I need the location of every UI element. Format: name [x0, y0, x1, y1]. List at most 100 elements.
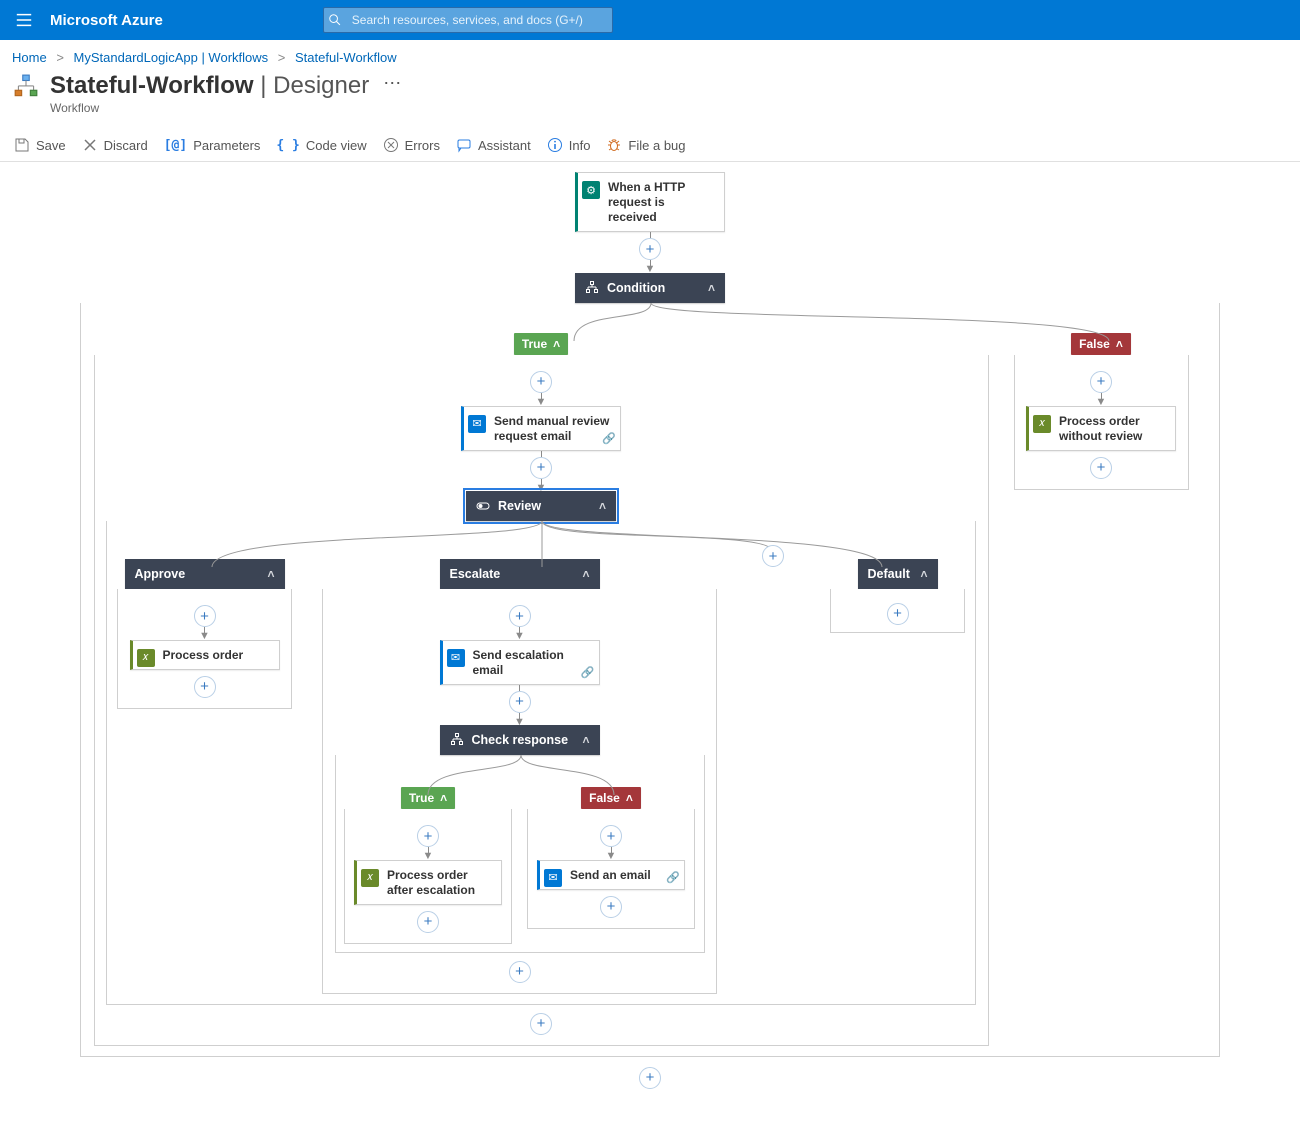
topbar: Microsoft Azure	[0, 0, 1300, 40]
false-badge[interactable]: False˄	[1071, 333, 1131, 355]
approve-case-card[interactable]: Approve ˄	[125, 559, 285, 589]
discard-button[interactable]: Discard	[82, 137, 148, 153]
parameters-button[interactable]: [@] Parameters	[164, 138, 261, 153]
save-button[interactable]: Save	[14, 137, 66, 153]
approve-case-label: Approve	[135, 567, 186, 581]
send-review-email-card[interactable]: ✉ Send manual review request email🔗	[461, 406, 621, 451]
designer-toolbar: Save Discard [@] Parameters { } Code vie…	[0, 129, 1300, 162]
default-case-card[interactable]: Default ˄	[858, 559, 938, 589]
chevron-up-icon[interactable]: ˄	[599, 499, 606, 513]
trigger-label: When a HTTP request is received	[604, 173, 724, 231]
add-action-button[interactable]: +	[600, 896, 622, 918]
approve-case-container: +▼ 𝑥 Process order +	[117, 589, 292, 709]
inner-true-badge[interactable]: True˄	[401, 787, 455, 809]
add-action-button[interactable]: +	[600, 825, 622, 847]
add-action-button[interactable]: +	[887, 603, 909, 625]
add-action-button[interactable]: +	[530, 457, 552, 479]
http-request-icon: ⚙	[578, 173, 604, 231]
chevron-up-icon[interactable]: ˄	[708, 281, 715, 295]
workflow-icon	[12, 73, 40, 101]
link-icon: 🔗	[581, 667, 595, 681]
inner-true-container: +▼ 𝑥 Process order after escalation	[344, 809, 512, 944]
process-after-escalation-card[interactable]: 𝑥 Process order after escalation	[354, 860, 502, 905]
add-action-button[interactable]: +	[509, 961, 531, 983]
add-case-button[interactable]: +	[762, 545, 784, 567]
send-email-label: Send an email	[570, 868, 651, 882]
connector: + ▼	[639, 232, 661, 273]
add-action-button[interactable]: +	[194, 605, 216, 627]
condition-card[interactable]: Condition ˄	[575, 273, 725, 303]
global-search-input[interactable]	[346, 13, 612, 27]
errors-button[interactable]: Errors	[383, 137, 440, 153]
review-switch-card[interactable]: Review ˄	[466, 491, 616, 521]
process-after-escalation-label: Process order after escalation	[383, 861, 501, 904]
add-action-button[interactable]: +	[194, 676, 216, 698]
add-action-button[interactable]: +	[530, 1013, 552, 1035]
condition-container: True˄ + ▼ ✉ Send manual review request e…	[80, 303, 1220, 1057]
connector: + ▼	[530, 371, 552, 406]
brackets-icon: [@]	[164, 138, 187, 153]
breadcrumb-workflow[interactable]: Stateful-Workflow	[295, 50, 397, 65]
connector: +▼	[194, 605, 216, 640]
add-action-button[interactable]: +	[417, 825, 439, 847]
connector: +▼	[509, 605, 531, 640]
connector: +▼	[417, 825, 439, 860]
chevron-up-icon: ˄	[626, 791, 633, 805]
chevron-up-icon[interactable]: ˄	[582, 733, 589, 747]
breadcrumb-app[interactable]: MyStandardLogicApp | Workflows	[74, 50, 269, 65]
chevron-up-icon[interactable]: ˄	[920, 567, 927, 581]
escalate-case-card[interactable]: Escalate ˄	[440, 559, 600, 589]
process-order-card[interactable]: 𝑥 Process order	[130, 640, 280, 670]
process-no-review-card[interactable]: 𝑥 Process order without review	[1026, 406, 1176, 451]
breadcrumb: Home > MyStandardLogicApp | Workflows > …	[0, 40, 1300, 69]
add-action-button[interactable]: +	[1090, 371, 1112, 393]
escalate-case-label: Escalate	[450, 567, 501, 581]
inner-false-badge[interactable]: False˄	[581, 787, 641, 809]
add-action-button[interactable]: +	[639, 1067, 661, 1089]
check-response-card[interactable]: Check response ˄	[440, 725, 600, 755]
add-action-button[interactable]: +	[530, 371, 552, 393]
default-case-container: +	[830, 589, 965, 633]
branch-icon	[585, 281, 599, 295]
escalate-case-container: +▼ ✉ Send escalation email🔗 +▼	[322, 589, 717, 994]
braces-icon: { }	[276, 138, 299, 153]
trigger-card[interactable]: ⚙ When a HTTP request is received	[575, 172, 725, 232]
chevron-up-icon: ˄	[440, 791, 447, 805]
default-case-label: Default	[868, 567, 910, 581]
inner-false-container: +▼ ✉ Send an email🔗 +	[527, 809, 695, 929]
assistant-button[interactable]: Assistant	[456, 137, 531, 153]
outlook-icon: ✉	[464, 407, 490, 450]
page-subtitle: Workflow	[50, 101, 369, 115]
outlook-icon: ✉	[443, 641, 469, 684]
add-action-button[interactable]: +	[417, 911, 439, 933]
chevron-up-icon[interactable]: ˄	[267, 567, 274, 581]
true-badge[interactable]: True˄	[514, 333, 568, 355]
variable-icon: 𝑥	[1029, 407, 1055, 450]
check-response-label: Check response	[472, 733, 569, 747]
send-email-card[interactable]: ✉ Send an email🔗	[537, 860, 685, 890]
true-branch-container: + ▼ ✉ Send manual review request email🔗 …	[94, 355, 989, 1046]
connector: +▼	[600, 825, 622, 860]
info-button[interactable]: Info	[547, 137, 591, 153]
file-bug-button[interactable]: File a bug	[606, 137, 685, 153]
variable-icon: 𝑥	[357, 861, 383, 904]
global-search[interactable]	[323, 7, 613, 33]
hamburger-menu-icon[interactable]	[8, 4, 40, 36]
add-action-button[interactable]: +	[639, 238, 661, 260]
send-escalation-email-card[interactable]: ✉ Send escalation email🔗	[440, 640, 600, 685]
check-response-container: True˄ +▼ 𝑥	[335, 755, 705, 953]
more-actions-icon[interactable]: ⋯	[383, 73, 401, 94]
add-action-button[interactable]: +	[509, 605, 531, 627]
process-no-review-label: Process order without review	[1055, 407, 1175, 450]
designer-canvas[interactable]: ⚙ When a HTTP request is received + ▼ Co…	[0, 162, 1300, 1119]
review-switch-label: Review	[498, 499, 541, 513]
add-action-button[interactable]: +	[509, 691, 531, 713]
breadcrumb-home[interactable]: Home	[12, 50, 47, 65]
chevron-up-icon[interactable]: ˄	[582, 567, 589, 581]
link-icon: 🔗	[602, 433, 616, 447]
add-action-button[interactable]: +	[1090, 457, 1112, 479]
outlook-icon: ✉	[540, 861, 566, 889]
connector: +▼	[509, 685, 531, 726]
page-header: Stateful-Workflow | Designer Workflow ⋯	[0, 69, 1300, 129]
codeview-button[interactable]: { } Code view	[276, 138, 366, 153]
